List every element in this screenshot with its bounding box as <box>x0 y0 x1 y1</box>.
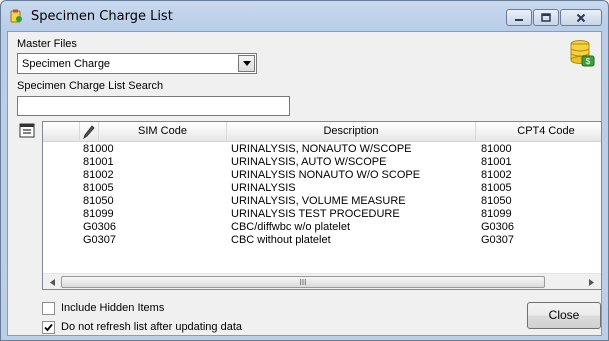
scroll-grip: III <box>299 277 307 287</box>
cell-description: URINALYSIS NONAUTO W/O SCOPE <box>231 169 421 181</box>
cell-cpt4-code: 81001 <box>481 156 512 168</box>
cell-sim-code: 81000 <box>83 143 114 155</box>
minimize-icon <box>515 18 523 21</box>
title-bar[interactable]: Specimen Charge List <box>1 1 608 31</box>
master-files-selected: Specimen Charge <box>22 58 111 70</box>
database-icon: $ <box>570 40 595 67</box>
close-button[interactable]: Close <box>527 302 601 329</box>
edit-column-header[interactable] <box>80 122 99 142</box>
horizontal-scrollbar[interactable]: III <box>43 273 601 289</box>
column-header-cpt4-code[interactable]: CPT4 Code <box>476 122 601 142</box>
app-icon <box>10 9 22 23</box>
search-label: Specimen Charge List Search <box>17 80 164 92</box>
cell-sim-code: 81050 <box>83 195 114 207</box>
window-title: Specimen Charge List <box>31 9 173 24</box>
dialog-body: Master Files Specimen Charge $ Specimen … <box>7 31 602 336</box>
table-row[interactable]: 81050 URINALYSIS, VOLUME MEASURE 81050 <box>43 195 601 208</box>
cell-cpt4-code: 81000 <box>481 143 512 155</box>
include-hidden-label[interactable]: Include Hidden Items <box>61 302 164 314</box>
table-row[interactable]: G0306 CBC/diffwbc w/o platelet G0306 <box>43 221 601 234</box>
cell-cpt4-code: 81099 <box>481 208 512 220</box>
include-hidden-checkbox[interactable] <box>42 302 55 315</box>
maximize-button[interactable] <box>533 9 559 26</box>
svg-text:$: $ <box>586 57 591 66</box>
pen-icon <box>83 125 95 139</box>
grid-header: SIM Code Description CPT4 Code <box>43 122 601 142</box>
table-row[interactable]: 81001 URINALYSIS, AUTO W/SCOPE 81001 <box>43 156 601 169</box>
arrow-left-icon <box>49 278 55 286</box>
cell-description: URINALYSIS, VOLUME MEASURE <box>231 195 406 207</box>
cell-description: URINALYSIS, AUTO W/SCOPE <box>231 156 387 168</box>
close-icon <box>576 13 586 22</box>
table-row[interactable]: 81005 URINALYSIS 81005 <box>43 182 601 195</box>
table-row[interactable]: 81099 URINALYSIS TEST PROCEDURE 81099 <box>43 208 601 221</box>
cell-cpt4-code: G0306 <box>481 221 515 233</box>
specimen-charge-grid[interactable]: SIM Code Description CPT4 Code 81000 URIN… <box>42 121 602 290</box>
cell-sim-code: 81005 <box>83 182 114 194</box>
scroll-right-button[interactable] <box>583 274 599 289</box>
cell-description: URINALYSIS TEST PROCEDURE <box>231 208 400 220</box>
master-files-label: Master Files <box>17 38 77 50</box>
close-window-button[interactable] <box>560 9 602 26</box>
specimen-charge-window: Specimen Charge List Master Files Specim… <box>0 0 609 341</box>
chevron-down-icon <box>242 61 251 66</box>
table-row[interactable]: G0307 CBC without platelet G0307 <box>43 234 601 247</box>
cell-sim-code: G0306 <box>83 221 117 233</box>
table-row[interactable]: 81002 URINALYSIS NONAUTO W/O SCOPE 81002 <box>43 169 601 182</box>
cell-description: URINALYSIS, NONAUTO W/SCOPE <box>231 143 412 155</box>
cell-description: URINALYSIS <box>231 182 296 194</box>
cell-sim-code: G0307 <box>83 234 117 246</box>
cell-sim-code: 81002 <box>83 169 114 181</box>
no-refresh-label[interactable]: Do not refresh list after updating data <box>61 321 242 333</box>
minimize-button[interactable] <box>506 9 532 26</box>
row-indicator-header <box>43 122 80 142</box>
checkmark-icon <box>44 323 53 332</box>
cell-description: CBC/diffwbc w/o platelet <box>231 221 351 233</box>
arrow-right-icon <box>588 278 594 286</box>
cell-sim-code: 81001 <box>83 156 114 168</box>
column-chooser-icon[interactable] <box>19 123 37 139</box>
dropdown-arrow-button[interactable] <box>238 55 255 72</box>
no-refresh-checkbox[interactable] <box>42 321 55 334</box>
cell-cpt4-code: G0307 <box>481 234 515 246</box>
cell-cpt4-code: 81005 <box>481 182 512 194</box>
cell-cpt4-code: 81002 <box>481 169 512 181</box>
master-files-dropdown[interactable]: Specimen Charge <box>17 53 257 74</box>
table-row[interactable]: 81000 URINALYSIS, NONAUTO W/SCOPE 81000 <box>43 143 601 156</box>
scrollbar-thumb[interactable]: III <box>61 276 545 288</box>
column-header-sim-code[interactable]: SIM Code <box>99 122 227 142</box>
scroll-left-button[interactable] <box>44 274 60 289</box>
cell-cpt4-code: 81050 <box>481 195 512 207</box>
cell-description: CBC without platelet <box>231 234 331 246</box>
cell-sim-code: 81099 <box>83 208 114 220</box>
search-input[interactable] <box>17 96 290 116</box>
column-header-description[interactable]: Description <box>227 122 476 142</box>
maximize-icon <box>541 13 551 22</box>
